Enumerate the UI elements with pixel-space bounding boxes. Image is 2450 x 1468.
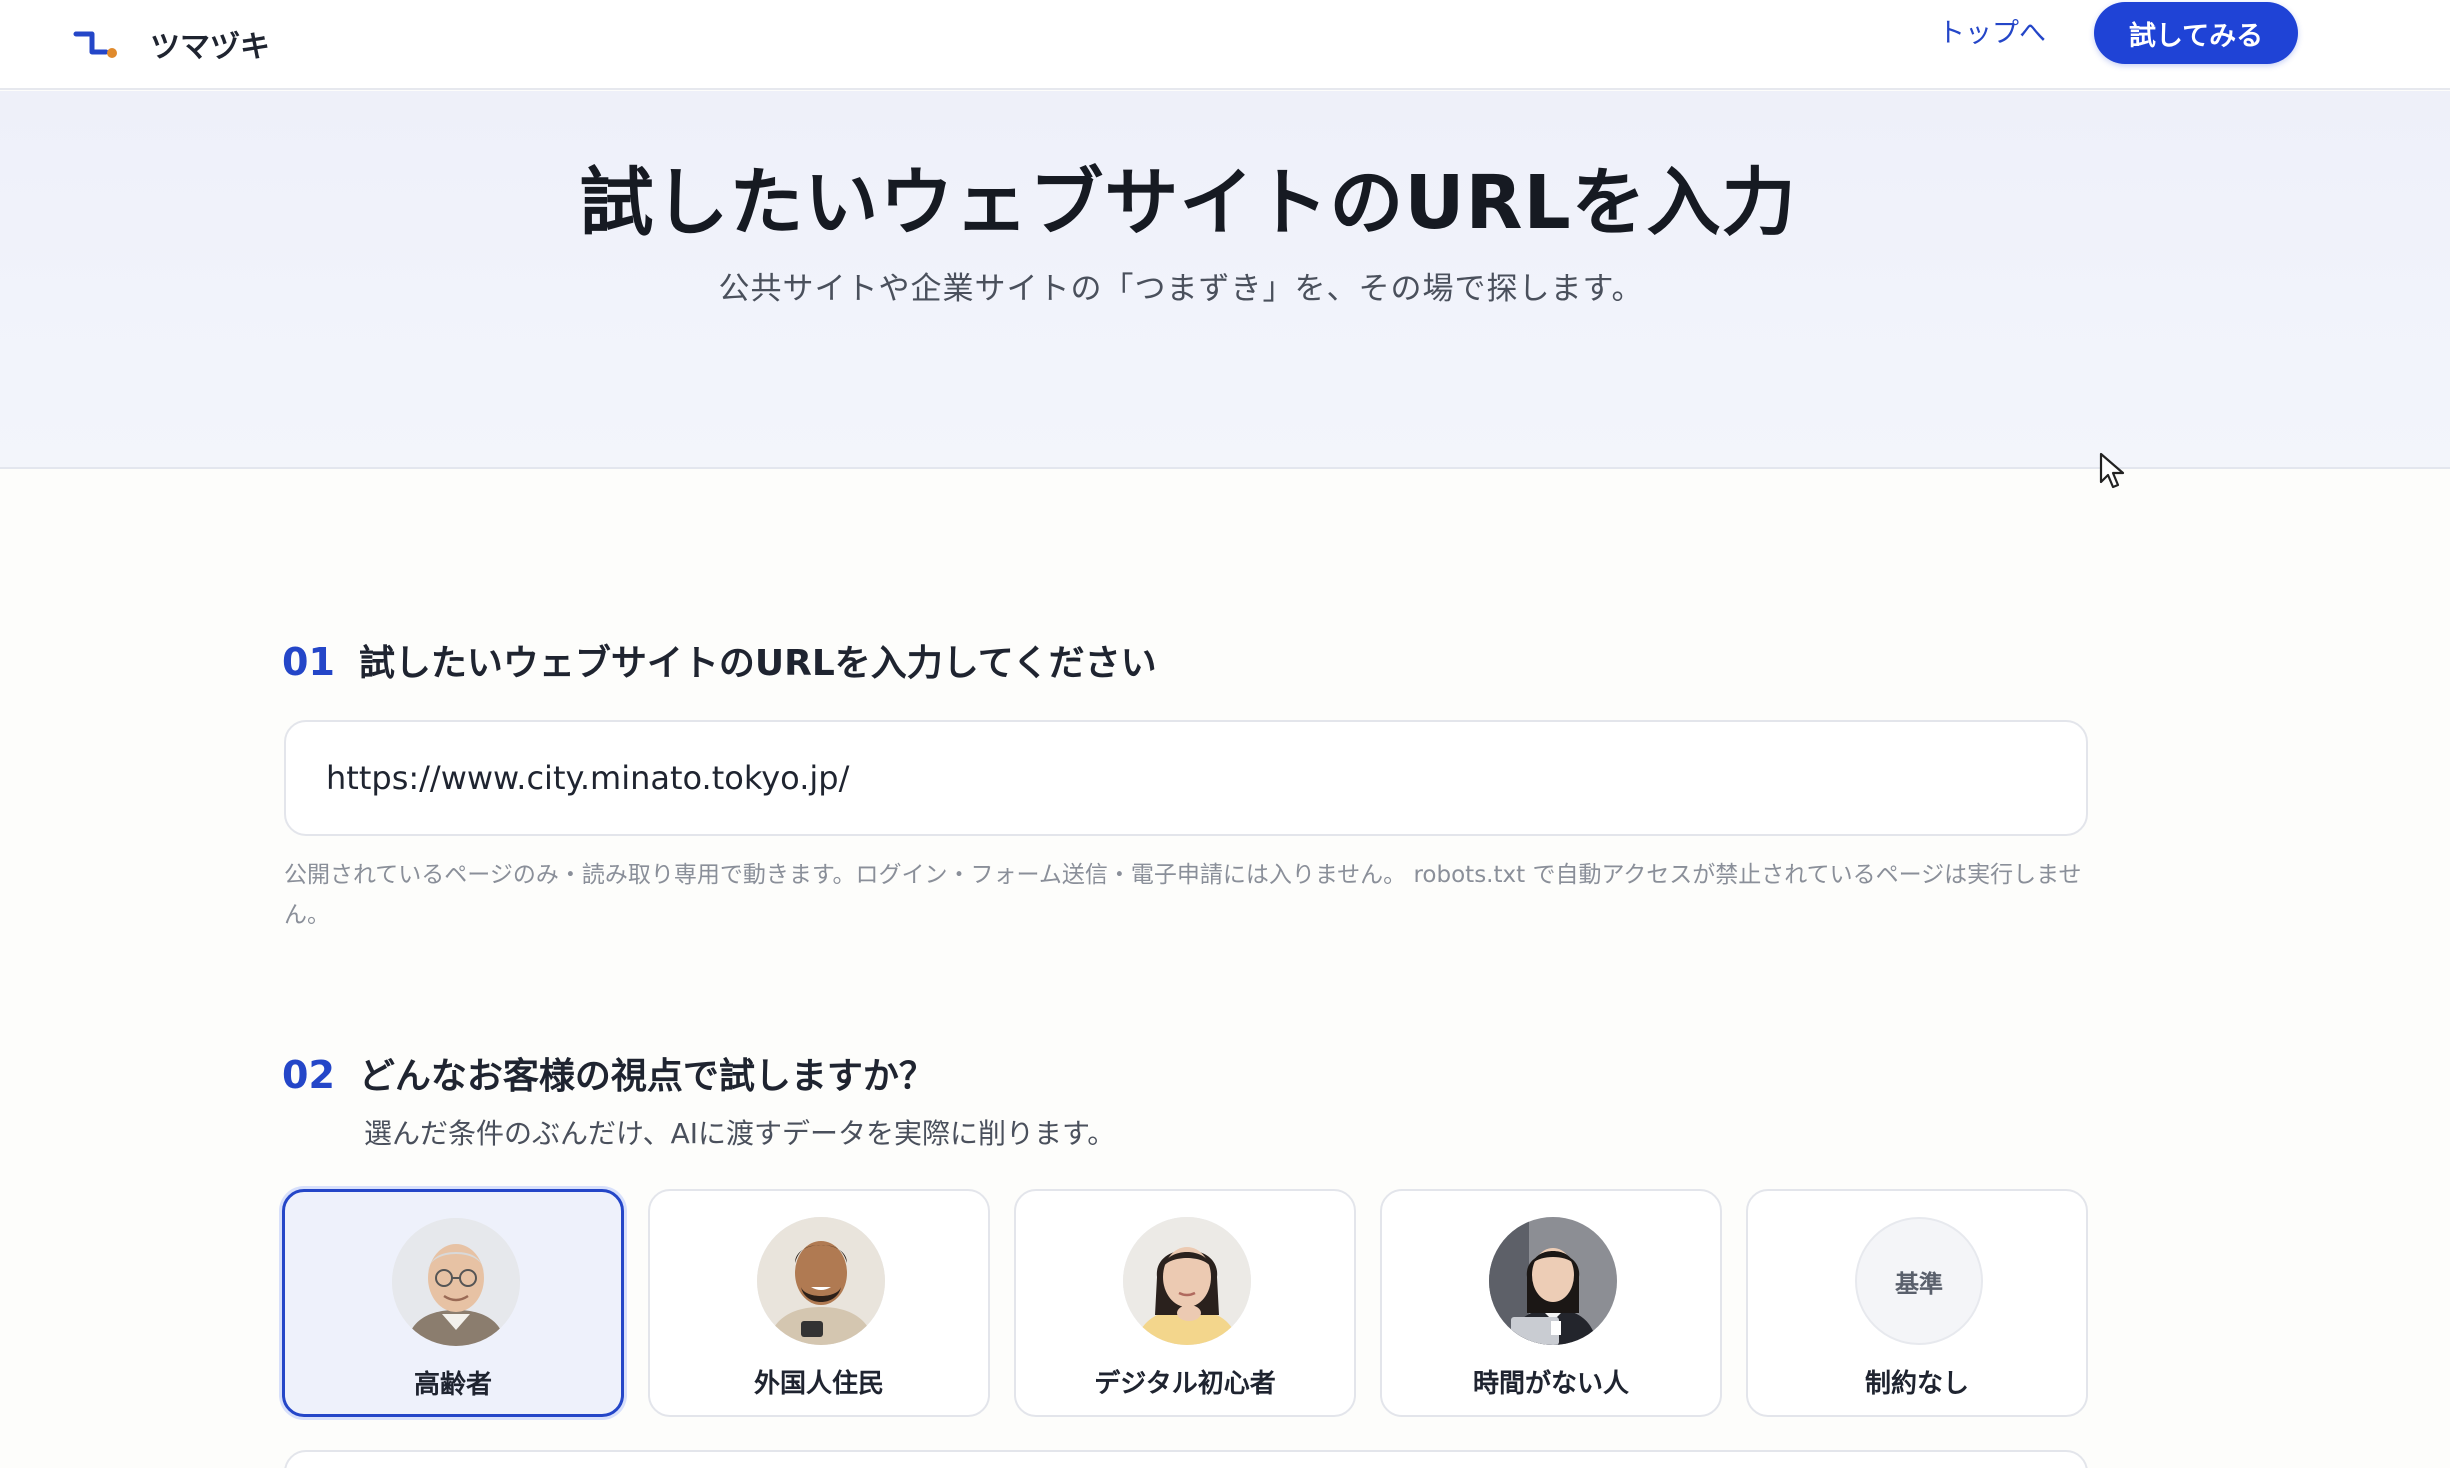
step-2-title: どんなお客様の視点で試しますか？ [358, 1056, 935, 1097]
persona-card-foreign-resident[interactable]: 外国人住民 [648, 1189, 990, 1417]
mouse-cursor-icon [2099, 452, 2125, 489]
logo-text: ツマヅキ [150, 30, 270, 65]
elderly-man-avatar-icon [392, 1218, 520, 1346]
step-2-number: 02 [282, 1053, 335, 1097]
top-bar: ツマヅキ トップへ 試してみる [0, 0, 2450, 90]
persona-label: 制約なし [1864, 1369, 1969, 1399]
nav-top-link[interactable]: トップへ [1938, 14, 2046, 54]
page-subtitle: 公共サイトや企業サイトの「つまずき」を、その場で探します。 [718, 271, 1644, 307]
persona-card-busy-person[interactable]: 時間がない人 [1380, 1189, 1722, 1417]
persona-label: 時間がない人 [1472, 1369, 1629, 1399]
step-1-title: 試したいウェブサイトのURLを入力してください [358, 643, 1157, 684]
logo-mark-icon [72, 24, 120, 64]
persona-options: 高齢者 外国人住民 デジタル初心者 時間がない人 基準 制約なし [282, 1189, 2090, 1419]
next-section-card [284, 1450, 2088, 1468]
digital-beginner-avatar-icon [1123, 1217, 1251, 1345]
step-1-heading: 01 試したいウェブサイトのURLを入力してください [282, 634, 1157, 686]
url-input[interactable] [284, 720, 2088, 836]
persona-label: 外国人住民 [753, 1369, 884, 1399]
baseline-avatar: 基準 [1855, 1217, 1983, 1345]
persona-card-digital-beginner[interactable]: デジタル初心者 [1014, 1189, 1356, 1417]
step-2-description: 選んだ条件のぶんだけ、AIに渡すデータを実際に削ります。 [364, 1117, 1116, 1150]
page-title: 試したいウェブサイトのURLを入力 [579, 160, 1797, 246]
foreign-resident-avatar-icon [757, 1217, 885, 1345]
hero-section: 試したいウェブサイトのURLを入力 公共サイトや企業サイトの「つまずき」を、その… [0, 91, 2450, 469]
persona-card-elderly[interactable]: 高齢者 [282, 1189, 624, 1417]
logo[interactable]: ツマヅキ [72, 16, 270, 72]
try-button[interactable]: 試してみる [2094, 2, 2298, 64]
access-note: 公開されているページのみ・読み取り専用で動きます。ログイン・フォーム送信・電子申… [284, 862, 2082, 928]
persona-label: 高齢者 [413, 1370, 492, 1400]
busy-person-avatar-icon [1489, 1217, 1617, 1345]
step-1-number: 01 [282, 640, 335, 684]
persona-card-no-constraints[interactable]: 基準 制約なし [1746, 1189, 2088, 1417]
persona-label: デジタル初心者 [1094, 1369, 1276, 1399]
step-2-heading: 02 どんなお客様の視点で試しますか？ [282, 1047, 935, 1099]
